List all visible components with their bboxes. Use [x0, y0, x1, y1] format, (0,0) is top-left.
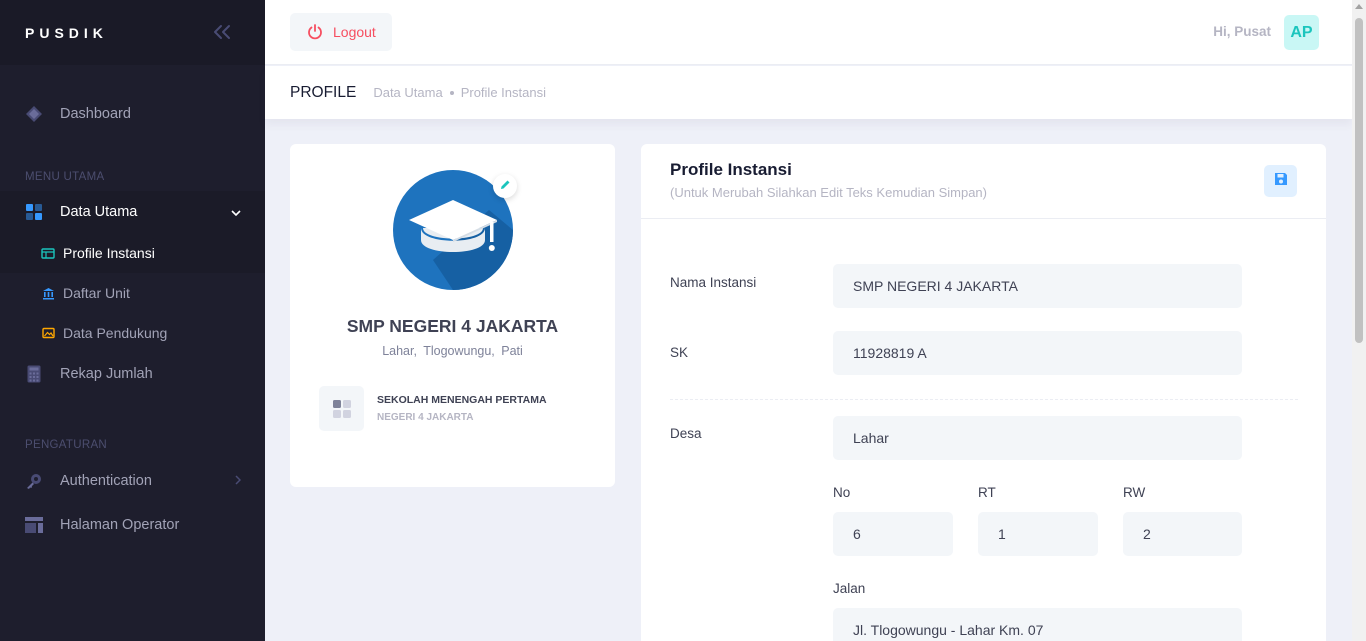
id-card-icon	[41, 246, 55, 260]
pencil-icon	[500, 177, 511, 195]
nama-instansi-input[interactable]	[833, 264, 1242, 308]
school-name: SMP NEGERI 4 JAKARTA	[346, 316, 559, 336]
layers-icon	[25, 105, 43, 123]
school-subtitle: NEGERI 4 JAKARTA	[377, 412, 474, 423]
breadcrumb-separator	[449, 90, 454, 95]
submenu-data-utama-rest: Daftar Unit Data Pendukung Rekap Jumlah	[0, 273, 265, 395]
sidebar-item-label: Daftar Unit	[63, 285, 130, 301]
avatar[interactable]: AP	[1284, 15, 1319, 50]
sidebar-menu: Dashboard MENU UTAMA Data Utama Profile …	[0, 65, 265, 547]
scroll-thumb[interactable]	[1355, 18, 1363, 343]
jalan-input[interactable]	[833, 608, 1242, 641]
school-type-row: SEKOLAH MENENGAH PERTAMA NEGERI 4 JAKART…	[319, 386, 547, 431]
calculator-icon	[25, 365, 43, 383]
school-type: SEKOLAH MENENGAH PERTAMA	[377, 394, 547, 406]
sidebar-item-label: Dashboard	[60, 106, 131, 122]
menu-section-settings: PENGATURAN	[25, 439, 108, 451]
rt-input[interactable]	[978, 512, 1098, 556]
brand-bar: PUSDIK	[0, 0, 265, 65]
sidebar-item-halaman-operator[interactable]: Halaman Operator	[0, 503, 265, 547]
school-logo	[393, 170, 517, 290]
sk-input[interactable]	[833, 331, 1242, 375]
sidebar-item-dashboard[interactable]: Dashboard	[0, 93, 265, 135]
layout-icon	[25, 516, 43, 534]
chevron-right-icon	[235, 474, 242, 488]
label-nama-instansi: Nama Instansi	[670, 275, 757, 290]
page-scrollbar[interactable]	[1352, 0, 1366, 641]
sidebar-item-rekap-jumlah[interactable]: Rekap Jumlah	[0, 353, 265, 395]
breadcrumb-item[interactable]: Profile Instansi	[461, 85, 546, 100]
sidebar-item-data-pendukung[interactable]: Data Pendukung	[0, 313, 265, 353]
sidebar-item-data-utama[interactable]: Data Utama	[0, 191, 265, 233]
sidebar-item-label: Rekap Jumlah	[60, 366, 153, 382]
brand-logo: PUSDIK	[25, 24, 108, 41]
chevron-down-icon	[231, 205, 241, 219]
label-sk: SK	[670, 345, 689, 360]
edit-logo-button[interactable]	[493, 174, 517, 198]
label-desa: Desa	[670, 426, 702, 441]
save-icon	[1274, 172, 1288, 191]
label-rt: RT	[978, 485, 996, 500]
no-input[interactable]	[833, 512, 953, 556]
label-rw: RW	[1123, 485, 1146, 500]
apps-icon	[319, 386, 364, 431]
logout-label: Logout	[333, 24, 376, 40]
sidebar-item-label: Profile Instansi	[63, 245, 155, 261]
label-jalan: Jalan	[833, 581, 866, 596]
school-address: Lahar, Tlogowungu, Pati	[382, 344, 523, 358]
label-no: No	[833, 485, 851, 500]
key-icon	[25, 472, 43, 490]
sidebar-item-label: Data Utama	[60, 204, 138, 220]
breadcrumb-item[interactable]: Data Utama	[373, 85, 442, 100]
submenu-data-utama: Profile Instansi	[0, 233, 265, 273]
image-icon	[41, 326, 55, 340]
desa-input[interactable]	[833, 416, 1242, 460]
sidebar-item-profile-instansi[interactable]: Profile Instansi	[0, 233, 265, 273]
form-card-header: Profile Instansi (Untuk Merubah Silahkan…	[641, 144, 1326, 219]
form-subtitle: (Untuk Merubah Silahkan Edit Teks Kemudi…	[670, 185, 987, 200]
form-title: Profile Instansi	[670, 160, 792, 179]
sidebar-item-label: Authentication	[60, 473, 152, 489]
top-header: Logout Hi, Pusat AP	[265, 0, 1366, 65]
user-greeting: Hi, Pusat	[1213, 24, 1271, 39]
subheader: PROFILE Data Utama Profile Instansi	[265, 66, 1352, 119]
sidebar-item-label: Halaman Operator	[60, 517, 180, 533]
rw-input[interactable]	[1123, 512, 1242, 556]
profile-summary-card: SMP NEGERI 4 JAKARTA Lahar, Tlogowungu, …	[290, 144, 615, 487]
profile-form-card: Profile Instansi (Untuk Merubah Silahkan…	[641, 144, 1326, 641]
grid-icon	[25, 203, 43, 221]
sidebar-item-label: Data Pendukung	[63, 325, 168, 341]
bank-icon	[41, 286, 55, 300]
power-icon	[307, 24, 323, 40]
save-button[interactable]	[1264, 165, 1297, 197]
menu-section-main: MENU UTAMA	[25, 171, 105, 183]
page-title: PROFILE	[290, 83, 357, 101]
sidebar: PUSDIK Dashboard MENU UTAMA Data Utama P…	[0, 0, 265, 641]
sidebar-item-authentication[interactable]: Authentication	[0, 459, 265, 503]
form-divider	[670, 399, 1298, 400]
collapse-sidebar-icon[interactable]	[213, 22, 231, 44]
sidebar-item-daftar-unit[interactable]: Daftar Unit	[0, 273, 265, 313]
scroll-up-icon[interactable]	[1355, 4, 1363, 9]
logout-button[interactable]: Logout	[290, 13, 392, 51]
